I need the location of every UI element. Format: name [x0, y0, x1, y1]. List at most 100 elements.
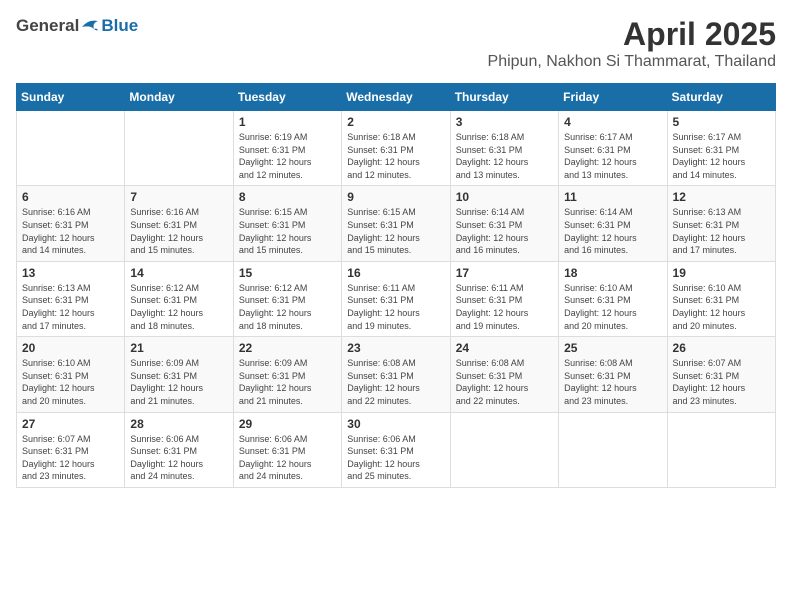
- day-number: 2: [347, 115, 444, 129]
- day-info: Sunrise: 6:08 AM Sunset: 6:31 PM Dayligh…: [564, 357, 661, 407]
- day-number: 20: [22, 341, 119, 355]
- day-number: 11: [564, 190, 661, 204]
- day-number: 14: [130, 266, 227, 280]
- day-info: Sunrise: 6:13 AM Sunset: 6:31 PM Dayligh…: [673, 206, 770, 256]
- calendar: SundayMondayTuesdayWednesdayThursdayFrid…: [16, 83, 776, 488]
- day-info: Sunrise: 6:18 AM Sunset: 6:31 PM Dayligh…: [347, 131, 444, 181]
- day-info: Sunrise: 6:12 AM Sunset: 6:31 PM Dayligh…: [130, 282, 227, 332]
- calendar-cell: 26 Sunrise: 6:07 AM Sunset: 6:31 PM Dayli…: [667, 337, 775, 412]
- day-header-sunday: Sunday: [17, 84, 125, 111]
- calendar-body: 1Sunrise: 6:19 AM Sunset: 6:31 PM Daylig…: [17, 111, 776, 488]
- day-info: Sunrise: 6:12 AM Sunset: 6:31 PM Dayligh…: [239, 282, 336, 332]
- day-number: 9: [347, 190, 444, 204]
- day-info: Sunrise: 6:06 AM Sunset: 6:31 PM Dayligh…: [347, 433, 444, 483]
- day-number: 3: [456, 115, 553, 129]
- day-info: Sunrise: 6:14 AM Sunset: 6:31 PM Dayligh…: [456, 206, 553, 256]
- calendar-cell: 27 Sunrise: 6:07 AM Sunset: 6:31 PM Dayli…: [17, 412, 125, 487]
- day-info: Sunrise: 6:07 AM Sunset: 6:31 PM Dayligh…: [673, 357, 770, 407]
- month-title: April 2025: [488, 16, 776, 53]
- day-info: Sunrise: 6:09 AM Sunset: 6:31 PM Dayligh…: [239, 357, 336, 407]
- day-header-saturday: Saturday: [667, 84, 775, 111]
- calendar-cell: [450, 412, 558, 487]
- calendar-cell: 13Sunrise: 6:13 AM Sunset: 6:31 PM Dayli…: [17, 261, 125, 336]
- day-header-tuesday: Tuesday: [233, 84, 341, 111]
- header: General Blue April 2025 Phipun, Nakhon S…: [16, 16, 776, 71]
- calendar-cell: 22 Sunrise: 6:09 AM Sunset: 6:31 PM Dayli…: [233, 337, 341, 412]
- day-info: Sunrise: 6:07 AM Sunset: 6:31 PM Dayligh…: [22, 433, 119, 483]
- calendar-cell: 4Sunrise: 6:17 AM Sunset: 6:31 PM Daylig…: [559, 111, 667, 186]
- day-number: 18: [564, 266, 661, 280]
- calendar-cell: 28 Sunrise: 6:06 AM Sunset: 6:31 PM Dayli…: [125, 412, 233, 487]
- day-info: Sunrise: 6:11 AM Sunset: 6:31 PM Dayligh…: [456, 282, 553, 332]
- logo-icon: [80, 17, 100, 35]
- logo-general: General: [16, 16, 79, 36]
- day-info: Sunrise: 6:10 AM Sunset: 6:31 PM Dayligh…: [564, 282, 661, 332]
- calendar-cell: 24 Sunrise: 6:08 AM Sunset: 6:31 PM Dayli…: [450, 337, 558, 412]
- day-info: Sunrise: 6:08 AM Sunset: 6:31 PM Dayligh…: [456, 357, 553, 407]
- day-number: 22: [239, 341, 336, 355]
- day-info: Sunrise: 6:17 AM Sunset: 6:31 PM Dayligh…: [673, 131, 770, 181]
- calendar-week-3: 13Sunrise: 6:13 AM Sunset: 6:31 PM Dayli…: [17, 261, 776, 336]
- day-number: 23: [347, 341, 444, 355]
- day-number: 12: [673, 190, 770, 204]
- day-number: 17: [456, 266, 553, 280]
- day-info: Sunrise: 6:15 AM Sunset: 6:31 PM Dayligh…: [347, 206, 444, 256]
- day-info: Sunrise: 6:18 AM Sunset: 6:31 PM Dayligh…: [456, 131, 553, 181]
- logo-blue: Blue: [101, 16, 138, 36]
- day-info: Sunrise: 6:06 AM Sunset: 6:31 PM Dayligh…: [130, 433, 227, 483]
- calendar-cell: 8 Sunrise: 6:15 AM Sunset: 6:31 PM Daylig…: [233, 186, 341, 261]
- day-info: Sunrise: 6:10 AM Sunset: 6:31 PM Dayligh…: [673, 282, 770, 332]
- day-number: 24: [456, 341, 553, 355]
- day-number: 5: [673, 115, 770, 129]
- calendar-cell: 9 Sunrise: 6:15 AM Sunset: 6:31 PM Daylig…: [342, 186, 450, 261]
- day-info: Sunrise: 6:09 AM Sunset: 6:31 PM Dayligh…: [130, 357, 227, 407]
- day-number: 28: [130, 417, 227, 431]
- day-number: 27: [22, 417, 119, 431]
- calendar-cell: 15 Sunrise: 6:12 AM Sunset: 6:31 PM Dayli…: [233, 261, 341, 336]
- calendar-cell: 25 Sunrise: 6:08 AM Sunset: 6:31 PM Dayli…: [559, 337, 667, 412]
- calendar-cell: 7Sunrise: 6:16 AM Sunset: 6:31 PM Daylig…: [125, 186, 233, 261]
- day-number: 16: [347, 266, 444, 280]
- calendar-cell: 29Sunrise: 6:06 AM Sunset: 6:31 PM Dayli…: [233, 412, 341, 487]
- calendar-cell: 12 Sunrise: 6:13 AM Sunset: 6:31 PM Dayli…: [667, 186, 775, 261]
- day-number: 7: [130, 190, 227, 204]
- calendar-cell: [125, 111, 233, 186]
- calendar-week-5: 27 Sunrise: 6:07 AM Sunset: 6:31 PM Dayli…: [17, 412, 776, 487]
- day-header-wednesday: Wednesday: [342, 84, 450, 111]
- calendar-cell: 1Sunrise: 6:19 AM Sunset: 6:31 PM Daylig…: [233, 111, 341, 186]
- calendar-cell: 18 Sunrise: 6:10 AM Sunset: 6:31 PM Dayli…: [559, 261, 667, 336]
- day-number: 30: [347, 417, 444, 431]
- day-info: Sunrise: 6:16 AM Sunset: 6:31 PM Dayligh…: [22, 206, 119, 256]
- day-number: 8: [239, 190, 336, 204]
- day-info: Sunrise: 6:06 AM Sunset: 6:31 PM Dayligh…: [239, 433, 336, 483]
- day-info: Sunrise: 6:11 AM Sunset: 6:31 PM Dayligh…: [347, 282, 444, 332]
- calendar-cell: [559, 412, 667, 487]
- calendar-cell: 6Sunrise: 6:16 AM Sunset: 6:31 PM Daylig…: [17, 186, 125, 261]
- day-info: Sunrise: 6:13 AM Sunset: 6:31 PM Dayligh…: [22, 282, 119, 332]
- day-info: Sunrise: 6:15 AM Sunset: 6:31 PM Dayligh…: [239, 206, 336, 256]
- day-number: 25: [564, 341, 661, 355]
- calendar-cell: 21 Sunrise: 6:09 AM Sunset: 6:31 PM Dayli…: [125, 337, 233, 412]
- day-header-thursday: Thursday: [450, 84, 558, 111]
- calendar-header-row: SundayMondayTuesdayWednesdayThursdayFrid…: [17, 84, 776, 111]
- day-number: 1: [239, 115, 336, 129]
- day-info: Sunrise: 6:14 AM Sunset: 6:31 PM Dayligh…: [564, 206, 661, 256]
- calendar-cell: 19 Sunrise: 6:10 AM Sunset: 6:31 PM Dayli…: [667, 261, 775, 336]
- day-number: 4: [564, 115, 661, 129]
- calendar-cell: 17 Sunrise: 6:11 AM Sunset: 6:31 PM Dayli…: [450, 261, 558, 336]
- calendar-cell: [667, 412, 775, 487]
- title-area: April 2025 Phipun, Nakhon Si Thammarat, …: [488, 16, 776, 71]
- day-number: 15: [239, 266, 336, 280]
- calendar-week-1: 1Sunrise: 6:19 AM Sunset: 6:31 PM Daylig…: [17, 111, 776, 186]
- day-info: Sunrise: 6:10 AM Sunset: 6:31 PM Dayligh…: [22, 357, 119, 407]
- calendar-cell: 3 Sunrise: 6:18 AM Sunset: 6:31 PM Daylig…: [450, 111, 558, 186]
- location-title: Phipun, Nakhon Si Thammarat, Thailand: [488, 53, 776, 71]
- day-number: 26: [673, 341, 770, 355]
- calendar-cell: 30 Sunrise: 6:06 AM Sunset: 6:31 PM Dayli…: [342, 412, 450, 487]
- calendar-week-2: 6Sunrise: 6:16 AM Sunset: 6:31 PM Daylig…: [17, 186, 776, 261]
- day-number: 21: [130, 341, 227, 355]
- day-header-friday: Friday: [559, 84, 667, 111]
- day-header-monday: Monday: [125, 84, 233, 111]
- day-number: 19: [673, 266, 770, 280]
- calendar-cell: 11 Sunrise: 6:14 AM Sunset: 6:31 PM Dayli…: [559, 186, 667, 261]
